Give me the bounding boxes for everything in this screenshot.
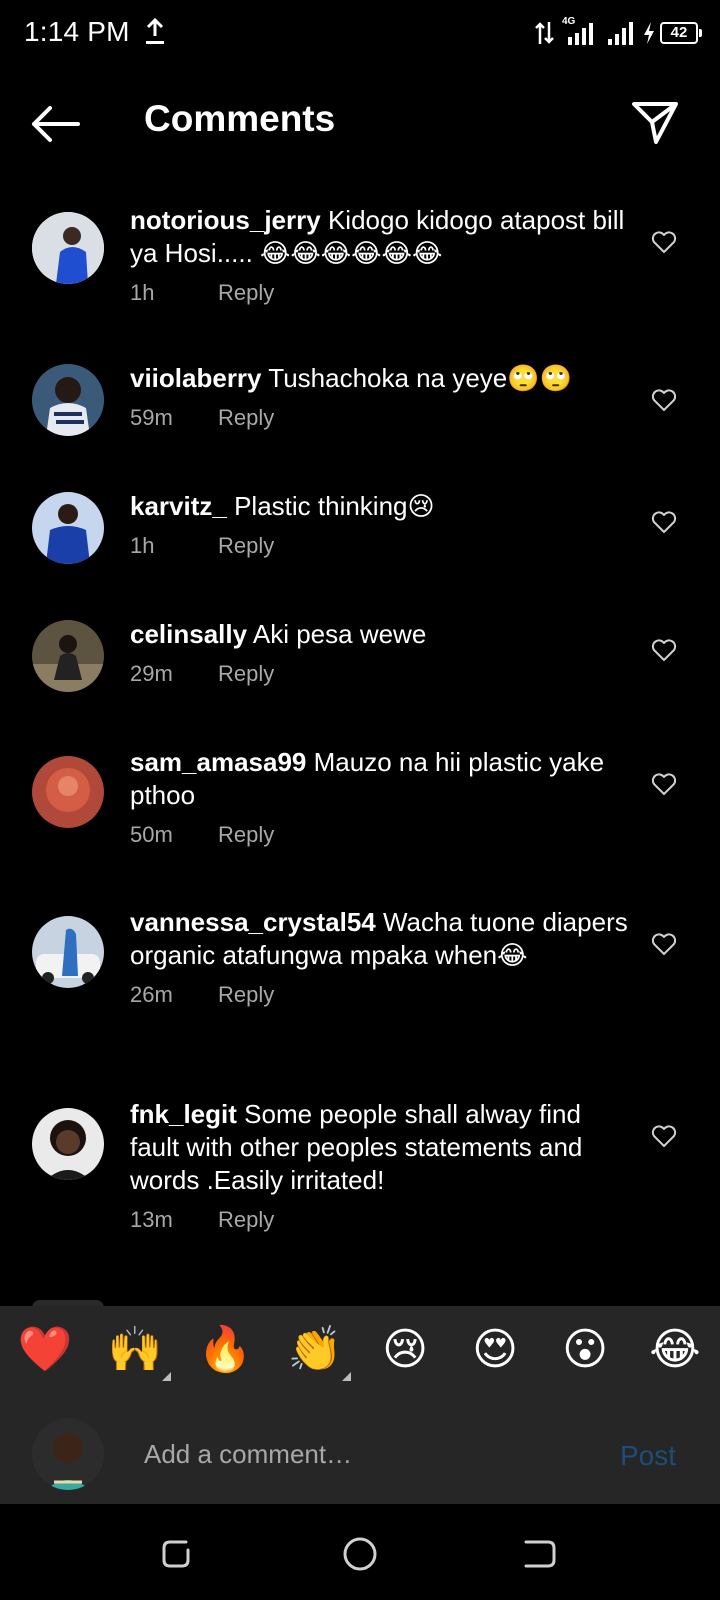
comment-time: 26m xyxy=(130,982,173,1007)
avatar[interactable] xyxy=(32,212,104,284)
comment-composer: Post xyxy=(0,1404,720,1504)
emoji-red-heart[interactable]: ❤️ xyxy=(15,1320,75,1380)
send-icon[interactable] xyxy=(630,98,680,148)
avatar[interactable] xyxy=(32,620,104,692)
heart-icon[interactable] xyxy=(650,386,678,414)
comment-text: vannessa_crystal54 Wacha tuone diapers o… xyxy=(130,906,630,972)
comment-text: viiolaberry Tushachoka na yeye🙄🙄 xyxy=(130,362,630,395)
system-nav-bar xyxy=(0,1504,720,1600)
comment-username[interactable]: vannessa_crystal54 xyxy=(130,907,376,937)
comment-body: celinsally Aki pesa wewe 29m Reply xyxy=(130,618,630,687)
comment-body: fnk_legit Some people shall alway find f… xyxy=(130,1098,630,1233)
comment-message: Plastic thinking😢 xyxy=(234,491,435,521)
comment-meta: 29m Reply xyxy=(130,661,630,687)
comment-time: 13m xyxy=(130,1207,173,1232)
comment-input[interactable] xyxy=(142,1430,586,1478)
signal-icon xyxy=(568,23,593,45)
comment-text: sam_amasa99 Mauzo na hii plastic yake pt… xyxy=(130,746,630,812)
comment-meta: 59m Reply xyxy=(130,405,630,431)
comment-meta: 26m Reply xyxy=(130,982,630,1008)
recent-apps-icon[interactable] xyxy=(158,1534,198,1574)
battery-indicator: 42 xyxy=(660,22,702,44)
signal-icon-2 xyxy=(608,22,633,45)
reply-button[interactable]: Reply xyxy=(218,661,274,687)
charging-icon xyxy=(644,22,654,44)
heart-icon[interactable] xyxy=(650,636,678,664)
emoji-tears-of-joy[interactable]: 😂 xyxy=(645,1320,705,1380)
reply-button[interactable]: Reply xyxy=(218,280,274,306)
skin-tone-indicator xyxy=(162,1372,171,1381)
comment-time: 1h xyxy=(130,280,155,305)
skin-tone-indicator xyxy=(342,1372,351,1381)
comment-username[interactable]: celinsally xyxy=(130,619,247,649)
comment-time: 59m xyxy=(130,405,173,430)
page-title: Comments xyxy=(144,98,336,139)
comment-text: notorious_jerry Kidogo kidogo atapost bi… xyxy=(130,204,630,270)
avatar[interactable] xyxy=(32,492,104,564)
comment-body: vannessa_crystal54 Wacha tuone diapers o… xyxy=(130,906,630,1008)
comment-meta: 1h Reply xyxy=(130,280,630,306)
comment-body: notorious_jerry Kidogo kidogo atapost bi… xyxy=(130,204,630,306)
emoji-heart-eyes[interactable]: 😍 xyxy=(465,1320,525,1380)
comment-body: sam_amasa99 Mauzo na hii plastic yake pt… xyxy=(130,746,630,848)
emoji-quick-reactions: ❤️ 🙌 🔥 👏 😢 😍 😮 😂 xyxy=(0,1306,720,1406)
comment-message: Tushachoka na yeye🙄🙄 xyxy=(268,363,572,393)
reply-button[interactable]: Reply xyxy=(218,405,274,431)
heart-icon[interactable] xyxy=(650,770,678,798)
comment-username[interactable]: sam_amasa99 xyxy=(130,747,306,777)
current-user-avatar xyxy=(32,1418,104,1490)
avatar[interactable] xyxy=(32,1108,104,1180)
heart-icon[interactable] xyxy=(650,508,678,536)
emoji-crying-face[interactable]: 😢 xyxy=(375,1320,435,1380)
emoji-surprised-face[interactable]: 😮 xyxy=(555,1320,615,1380)
comment-body: karvitz_ Plastic thinking😢 1h Reply xyxy=(130,490,630,559)
avatar[interactable] xyxy=(32,364,104,436)
emoji-clapping-hands[interactable]: 👏 xyxy=(285,1320,345,1380)
comment-text: celinsally Aki pesa wewe xyxy=(130,618,630,651)
back-arrow-icon[interactable] xyxy=(30,104,82,144)
comment-time: 29m xyxy=(130,661,173,686)
back-nav-icon[interactable] xyxy=(520,1534,560,1574)
comment-username[interactable]: viiolaberry xyxy=(130,363,262,393)
reply-button[interactable]: Reply xyxy=(218,533,274,559)
post-button[interactable]: Post xyxy=(620,1440,676,1472)
upload-icon xyxy=(146,18,164,44)
comment-meta: 1h Reply xyxy=(130,533,630,559)
comment-username[interactable]: karvitz_ xyxy=(130,491,227,521)
home-icon[interactable] xyxy=(340,1534,380,1574)
reply-button[interactable]: Reply xyxy=(218,982,274,1008)
emoji-raising-hands[interactable]: 🙌 xyxy=(105,1320,165,1380)
heart-icon[interactable] xyxy=(650,1122,678,1150)
status-icons: 4G 42 xyxy=(534,16,702,48)
comment-body: viiolaberry Tushachoka na yeye🙄🙄 59m Repl… xyxy=(130,362,630,431)
heart-icon[interactable] xyxy=(650,930,678,958)
comment-meta: 13m Reply xyxy=(130,1207,630,1233)
comment-username[interactable]: fnk_legit xyxy=(130,1099,237,1129)
comment-time: 1h xyxy=(130,533,155,558)
data-arrows-icon xyxy=(535,22,554,44)
avatar[interactable] xyxy=(32,916,104,988)
reply-button[interactable]: Reply xyxy=(218,1207,274,1233)
signal-4g: 4G xyxy=(560,16,600,47)
comment-username[interactable]: notorious_jerry xyxy=(130,205,321,235)
heart-icon[interactable] xyxy=(650,228,678,256)
comment-meta: 50m Reply xyxy=(130,822,630,848)
comment-message: Aki pesa wewe xyxy=(252,619,427,649)
comment-text: karvitz_ Plastic thinking😢 xyxy=(130,490,630,523)
comment-text: fnk_legit Some people shall alway find f… xyxy=(130,1098,630,1197)
avatar[interactable] xyxy=(32,756,104,828)
comment-time: 50m xyxy=(130,822,173,847)
header: Comments xyxy=(0,88,720,158)
status-time: 1:14 PM xyxy=(24,16,130,47)
reply-button[interactable]: Reply xyxy=(218,822,274,848)
emoji-fire[interactable]: 🔥 xyxy=(195,1320,255,1380)
status-bar: 1:14 PM 4G 42 xyxy=(0,0,720,66)
